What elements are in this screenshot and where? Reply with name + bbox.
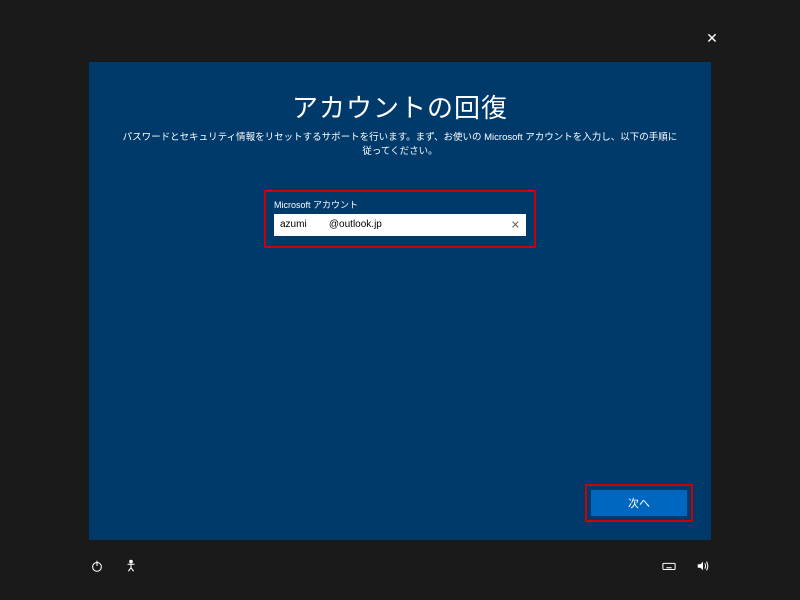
account-input-section: Microsoft アカウント ✕	[264, 190, 536, 248]
account-input-label: Microsoft アカウント	[274, 198, 526, 211]
volume-icon[interactable]	[695, 558, 711, 574]
page-subtitle: パスワードとセキュリティ情報をリセットするサポートを行います。まず、お使いの M…	[119, 131, 681, 160]
recovery-panel: アカウントの回復 パスワードとセキュリティ情報をリセットするサポートを行います。…	[89, 62, 711, 540]
next-button-highlight: 次へ	[585, 484, 693, 522]
microsoft-account-input[interactable]	[274, 214, 526, 236]
close-icon: ✕	[706, 30, 718, 47]
account-input-wrap: ✕	[274, 214, 526, 236]
keyboard-icon[interactable]	[661, 558, 677, 574]
accessibility-icon[interactable]	[123, 558, 139, 574]
bottom-left-group	[89, 558, 139, 574]
next-button[interactable]: 次へ	[591, 490, 687, 516]
close-button[interactable]: ✕	[702, 28, 722, 48]
bottom-toolbar	[89, 554, 711, 578]
window-frame: ✕ アカウントの回復 パスワードとセキュリティ情報をリセットするサポートを行いま…	[0, 0, 800, 600]
bottom-right-group	[661, 558, 711, 574]
clear-input-icon[interactable]: ✕	[511, 218, 520, 231]
page-title: アカウントの回復	[119, 88, 681, 125]
power-icon[interactable]	[89, 558, 105, 574]
